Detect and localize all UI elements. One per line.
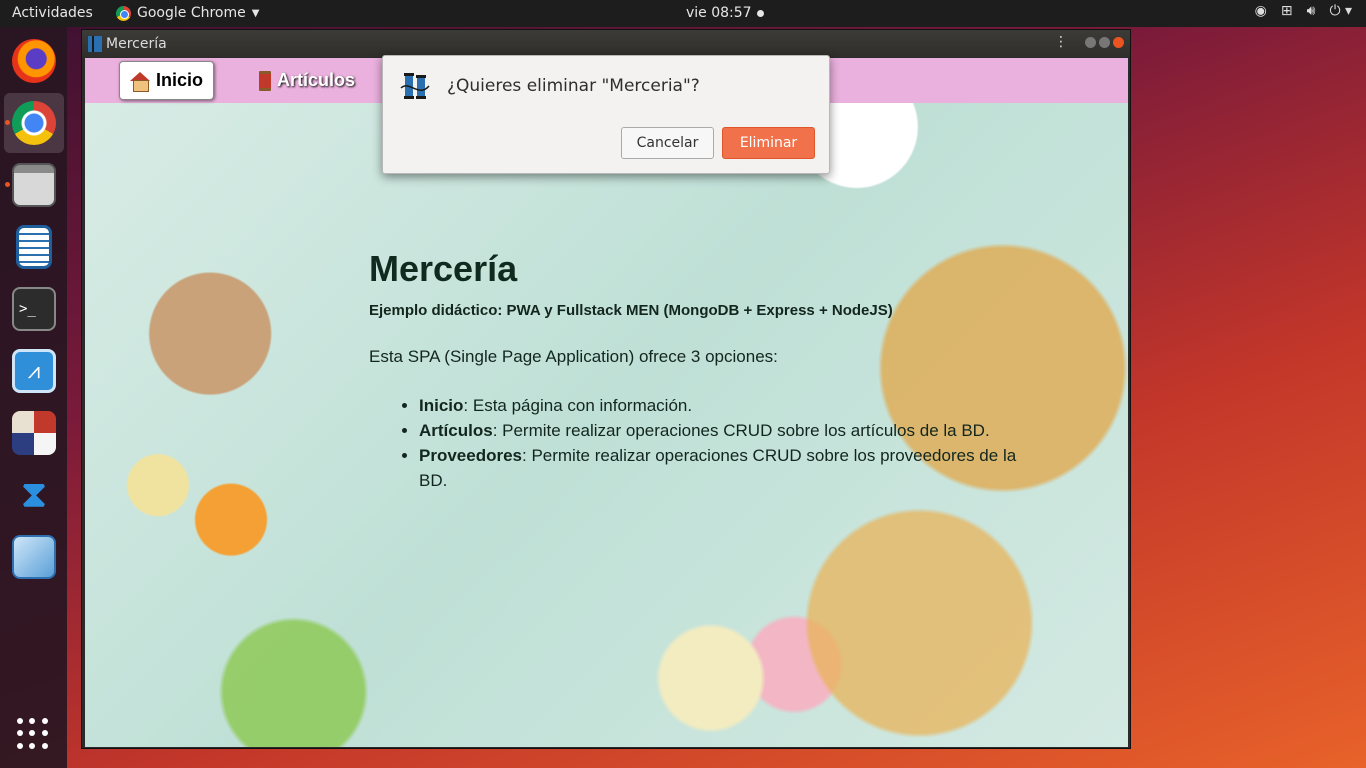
files-icon: [12, 163, 56, 207]
delete-button[interactable]: Eliminar: [722, 127, 815, 159]
terminal-icon: >_: [12, 287, 56, 331]
nav-articulos[interactable]: Artículos: [249, 61, 365, 100]
chrome-icon: [12, 101, 56, 145]
maximize-button[interactable]: [1099, 37, 1110, 48]
page-subtitle: Ejemplo didáctico: PWA y Fullstack MEN (…: [369, 302, 893, 319]
power-icon[interactable]: ⏻ ▾: [1329, 3, 1352, 19]
thread-spool-icon: [259, 70, 271, 91]
list-item-term: Artículos: [419, 421, 493, 440]
house-icon: [130, 71, 150, 92]
chrome-icon: [116, 5, 131, 21]
list-item-desc: : Permite realizar operaciones CRUD sobr…: [492, 421, 990, 440]
clock[interactable]: vie 08:57: [686, 5, 764, 21]
firefox-icon: [12, 39, 56, 83]
top-bar: Actividades Google Chrome ▼ vie 08:57 ◉ …: [0, 0, 1366, 27]
dock-geometry-app[interactable]: [4, 403, 64, 463]
nav-inicio-label: Inicio: [156, 70, 204, 90]
running-indicator: [5, 182, 10, 187]
cancel-button[interactable]: Cancelar: [621, 127, 714, 159]
thread-app-icon: [400, 73, 430, 99]
window-controls: [1085, 37, 1124, 48]
virtualbox-icon: [12, 535, 56, 579]
dock-writer[interactable]: [4, 217, 64, 277]
nav-inicio[interactable]: Inicio: [119, 61, 215, 100]
page-title: Mercería: [369, 248, 518, 289]
app-menu-label: Google Chrome: [137, 5, 246, 21]
minimize-button[interactable]: [1085, 37, 1096, 48]
dock-chrome[interactable]: [4, 93, 64, 153]
list-item-desc: : Esta página con información.: [463, 396, 693, 415]
intro-text: Esta SPA (Single Page Application) ofrec…: [369, 347, 778, 366]
dock-terminal[interactable]: >_: [4, 279, 64, 339]
clock-label: vie 08:57: [686, 5, 752, 21]
kebab-menu-icon[interactable]: ⋮: [1054, 34, 1068, 50]
dock-files[interactable]: [4, 155, 64, 215]
list-item-term: Inicio: [419, 396, 464, 415]
dock: >_ ⩘ ⧗: [0, 27, 67, 768]
volume-icon[interactable]: 🔊︎: [1307, 3, 1316, 19]
geometry-app-icon: [12, 411, 56, 455]
options-list: Inicio: Esta página con información. Art…: [369, 393, 1049, 493]
list-item: Artículos: Permite realizar operaciones …: [419, 418, 1049, 443]
dock-vscode[interactable]: ⧗: [4, 465, 64, 525]
system-monitor-icon: ⩘: [12, 349, 56, 393]
list-item-term: Proveedores: [419, 446, 522, 465]
window-title: Mercería: [106, 35, 167, 52]
dock-system-monitor[interactable]: ⩘: [4, 341, 64, 401]
info-article: Mercería Ejemplo didáctico: PWA y Fullst…: [369, 248, 1049, 493]
eye-icon[interactable]: ◉: [1255, 3, 1267, 19]
running-indicator: [5, 120, 10, 125]
writer-icon: [16, 225, 52, 269]
chevron-down-icon: ▼: [251, 7, 260, 19]
activities-button[interactable]: Actividades: [12, 5, 93, 21]
close-button[interactable]: [1113, 37, 1124, 48]
vscode-icon: ⧗: [21, 474, 47, 515]
notification-dot: [756, 9, 764, 17]
system-tray: ◉ ⊞ 🔊︎ ⏻ ▾: [1255, 3, 1352, 19]
network-icon[interactable]: ⊞: [1281, 3, 1293, 19]
list-item: Proveedores: Permite realizar operacione…: [419, 443, 1049, 493]
dialog-message: ¿Quieres eliminar "Merceria"?: [447, 76, 700, 96]
window-titlebar[interactable]: Mercería ⋮: [82, 30, 1130, 57]
dock-firefox[interactable]: [4, 31, 64, 91]
list-item: Inicio: Esta página con información.: [419, 393, 1049, 418]
app-thread-icon: [88, 35, 102, 52]
show-applications-button[interactable]: [17, 718, 49, 750]
app-menu[interactable]: Google Chrome ▼: [116, 5, 259, 21]
nav-articulos-label: Artículos: [277, 70, 356, 90]
dock-virtualbox[interactable]: [4, 527, 64, 587]
confirm-delete-dialog: ¿Quieres eliminar "Merceria"? Cancelar E…: [382, 55, 830, 174]
